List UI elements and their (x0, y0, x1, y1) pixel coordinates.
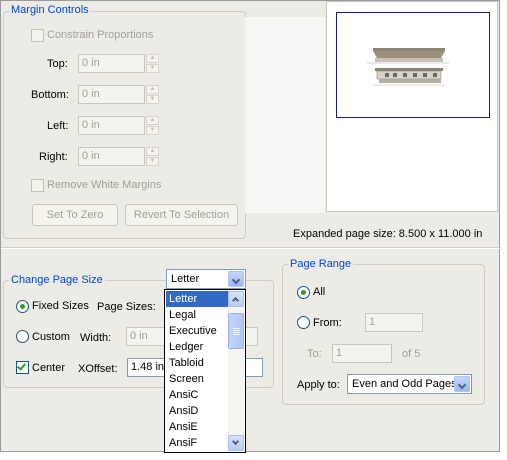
scroll-up-button[interactable] (228, 291, 244, 307)
to-label: To: (307, 348, 322, 360)
left-margin-field[interactable]: 0 in (78, 116, 145, 135)
dropdown-item-ansid[interactable]: AnsiD (166, 403, 229, 419)
page-range-title: Page Range (288, 258, 354, 271)
page-sizes-dropdown-list[interactable]: Letter Legal Executive Ledger Tabloid Sc… (164, 289, 246, 453)
scroll-thumb[interactable] (228, 313, 244, 349)
fixed-sizes-label: Fixed Sizes (32, 300, 89, 312)
bottom-margin-field[interactable]: 0 in (78, 85, 145, 104)
thumb-grip (233, 332, 240, 333)
left-margin-spinner[interactable]: ▲ ▼ (146, 116, 159, 135)
constrain-proportions-checkbox[interactable] (31, 29, 44, 42)
radio-selected-dot (301, 290, 306, 295)
spin-down-icon[interactable]: ▼ (146, 126, 159, 135)
dropdown-item-ansic[interactable]: AnsiC (166, 387, 229, 403)
top-margin-spinner[interactable]: ▲ ▼ (146, 54, 159, 73)
dropdown-item-executive[interactable]: Executive (166, 323, 229, 339)
expanded-page-size-text: Expanded page size: 8.500 x 11.000 in (293, 228, 483, 240)
set-to-zero-button[interactable]: Set To Zero (32, 204, 118, 226)
spin-down-icon[interactable]: ▼ (146, 95, 159, 104)
spin-up-icon[interactable]: ▲ (146, 85, 159, 94)
dropdown-item-tabloid[interactable]: Tabloid (166, 355, 229, 371)
remove-white-margins-checkbox[interactable] (31, 179, 44, 192)
page-sizes-label: Page Sizes: (97, 301, 156, 313)
apply-to-label: Apply to: (297, 379, 340, 391)
from-field[interactable]: 1 (365, 313, 423, 332)
from-label: From: (313, 317, 342, 329)
dropdown-item-ledger[interactable]: Ledger (166, 339, 229, 355)
margin-controls-title: Margin Controls (9, 4, 91, 17)
chevron-down-icon[interactable] (454, 376, 470, 392)
change-page-size-title: Change Page Size (9, 274, 105, 287)
preview-background (245, 17, 325, 213)
checkmark-icon (17, 361, 26, 371)
page-preview (326, 1, 498, 212)
center-checkbox[interactable] (16, 361, 29, 374)
center-label: Center (32, 362, 66, 374)
from-radio[interactable] (297, 316, 310, 329)
chevron-down-icon[interactable] (228, 271, 244, 287)
right-margin-spinner[interactable]: ▲ ▼ (146, 147, 159, 166)
spin-up-icon[interactable]: ▲ (146, 116, 159, 125)
building-drawing-thumbnail (367, 48, 449, 86)
bottom-margin-spinner[interactable]: ▲ ▼ (146, 85, 159, 104)
fixed-sizes-radio[interactable] (16, 300, 29, 313)
chevron-down-icon (231, 437, 240, 446)
all-radio[interactable] (297, 286, 310, 299)
thumb-grip (233, 334, 240, 335)
dropdown-item-legal[interactable]: Legal (166, 307, 229, 323)
bottom-label: Bottom: (31, 89, 69, 101)
spin-down-icon[interactable]: ▼ (146, 64, 159, 73)
spin-up-icon[interactable]: ▲ (146, 54, 159, 63)
constrain-proportions-label: Constrain Proportions (47, 29, 154, 41)
top-margin-field[interactable]: 0 in (78, 54, 145, 73)
xoffset-label: XOffset: (78, 363, 118, 375)
page-count-label: of 5 (402, 348, 421, 360)
radio-selected-dot (20, 304, 25, 309)
chevron-up-icon (231, 296, 240, 305)
dropdown-item-screen[interactable]: Screen (166, 371, 229, 387)
apply-to-value: Even and Odd Pages (352, 378, 457, 390)
page-sizes-value: Letter (171, 273, 200, 285)
thumb-grip (233, 328, 240, 329)
scroll-down-button[interactable] (228, 435, 244, 451)
thumb-grip (233, 330, 240, 331)
right-margin-field[interactable]: 0 in (78, 147, 145, 166)
section-divider-highlight (1, 248, 501, 249)
dropdown-item-letter[interactable]: Letter (166, 291, 229, 307)
custom-radio[interactable] (16, 330, 29, 343)
top-label: Top: (47, 58, 68, 70)
custom-label: Custom (32, 331, 70, 343)
revert-to-selection-button[interactable]: Revert To Selection (125, 204, 238, 226)
to-field[interactable]: 1 (332, 344, 392, 363)
page-frame (336, 12, 490, 118)
dropdown-item-ansif[interactable]: AnsiF (166, 435, 229, 451)
left-label: Left: (47, 120, 69, 132)
spin-up-icon[interactable]: ▲ (146, 147, 159, 156)
dropdown-item-ansie[interactable]: AnsiE (166, 419, 229, 435)
right-label: Right: (39, 151, 68, 163)
page-sizes-combo[interactable]: Letter (166, 269, 246, 289)
screen: Margin Controls Constrain Proportions To… (0, 0, 507, 460)
width-label: Width: (80, 332, 112, 344)
remove-white-margins-label: Remove White Margins (47, 179, 162, 191)
all-label: All (313, 286, 326, 298)
print-margins-dialog: Margin Controls Constrain Proportions To… (0, 0, 501, 453)
apply-to-combo[interactable]: Even and Odd Pages (347, 374, 472, 394)
dropdown-scrollbar[interactable] (228, 291, 244, 451)
spin-down-icon[interactable]: ▼ (146, 157, 159, 166)
